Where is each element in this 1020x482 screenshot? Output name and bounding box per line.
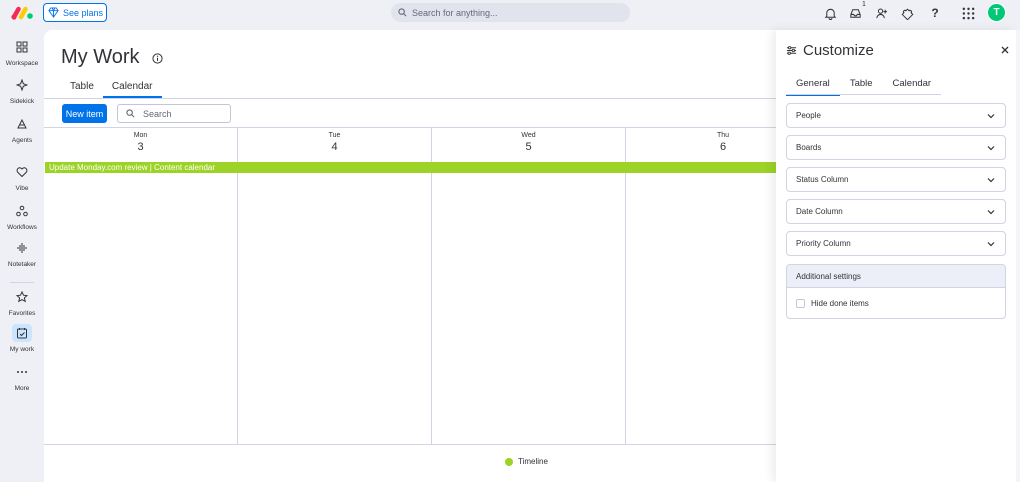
section-label: Status Column bbox=[796, 175, 849, 184]
app-grid-icon[interactable] bbox=[961, 6, 975, 20]
chevron-down-icon bbox=[987, 209, 995, 214]
close-icon[interactable] bbox=[1000, 45, 1010, 55]
day-column[interactable]: Wed 5 bbox=[432, 128, 626, 445]
chevron-down-icon bbox=[987, 241, 995, 246]
sidebar-item-more[interactable]: More bbox=[0, 363, 44, 392]
sidebar-item-label: Workflows bbox=[7, 224, 37, 231]
global-search-input[interactable]: Search for anything... bbox=[391, 3, 630, 22]
day-number: 5 bbox=[525, 141, 532, 153]
search-icon bbox=[126, 109, 135, 118]
day-number: 4 bbox=[331, 141, 338, 153]
section-label: Priority Column bbox=[796, 239, 851, 248]
additional-settings-header: Additional settings bbox=[787, 265, 1005, 288]
sidebar-item-favorites[interactable]: Favorites bbox=[0, 288, 44, 317]
scrollbar[interactable] bbox=[1016, 30, 1020, 482]
calendar-check-icon bbox=[17, 328, 27, 339]
panel-tabs-divider bbox=[786, 94, 941, 95]
agents-icon bbox=[17, 118, 27, 129]
main-content: My Work Table Calendar New item Search M… bbox=[44, 30, 804, 482]
sliders-icon bbox=[786, 46, 797, 55]
tab-table[interactable]: Table bbox=[61, 81, 103, 98]
sidebar-item-label: Vibe bbox=[15, 185, 29, 192]
calendar-legend: Timeline bbox=[505, 457, 548, 466]
sidebar-item-notetaker[interactable]: Notetaker bbox=[0, 239, 44, 268]
day-name: Wed bbox=[521, 132, 536, 139]
tabs-divider bbox=[44, 98, 804, 99]
global-search-placeholder: Search for anything... bbox=[412, 7, 498, 18]
top-bar: See plans Search for anything... 1 ? T bbox=[0, 0, 1020, 26]
priority-column-section[interactable]: Priority Column bbox=[786, 231, 1006, 256]
panel-title-text: Customize bbox=[803, 42, 874, 59]
sidebar-item-label: More bbox=[14, 385, 30, 392]
see-plans-button[interactable]: See plans bbox=[43, 3, 107, 22]
sidebar-item-vibe[interactable]: Vibe bbox=[0, 163, 44, 192]
timeline-dot-icon bbox=[505, 457, 513, 466]
day-name: Mon bbox=[133, 132, 148, 139]
inbox-count-badge: 1 bbox=[862, 1, 866, 8]
sidebar-item-label: Agents bbox=[11, 137, 33, 144]
boards-section[interactable]: Boards bbox=[786, 135, 1006, 160]
sparkle-icon bbox=[16, 79, 28, 91]
additional-settings: Additional settings Hide done items bbox=[786, 264, 1006, 319]
invite-members-icon[interactable] bbox=[874, 6, 888, 20]
sidebar-item-label: Sidekick bbox=[9, 98, 35, 105]
day-column[interactable]: Mon 3 bbox=[44, 128, 238, 445]
legend-label: Timeline bbox=[518, 457, 548, 466]
hide-done-row[interactable]: Hide done items bbox=[787, 288, 1005, 318]
sidebar-item-workflows[interactable]: Workflows bbox=[0, 202, 44, 231]
sidebar-item-my-work[interactable]: My work bbox=[0, 324, 44, 353]
waveform-icon bbox=[17, 243, 27, 253]
sidebar-item-label: Workspace bbox=[5, 60, 39, 67]
dots-icon bbox=[17, 371, 27, 373]
section-label: People bbox=[796, 111, 821, 120]
chevron-down-icon bbox=[987, 113, 995, 118]
sidebar-item-label: Notetaker bbox=[7, 261, 37, 268]
day-number: 3 bbox=[137, 141, 144, 153]
new-item-button[interactable]: New item bbox=[62, 104, 107, 123]
calendar-grid: Mon 3 Tue 4 Wed 5 Thu 6 Update Monday.co… bbox=[44, 127, 804, 445]
inbox-icon[interactable] bbox=[848, 6, 862, 20]
day-column[interactable]: Tue 4 bbox=[238, 128, 432, 445]
sidebar-item-sidekick[interactable]: Sidekick bbox=[0, 76, 44, 105]
sidebar-item-workspace[interactable]: Workspace bbox=[0, 38, 44, 67]
info-icon[interactable] bbox=[152, 53, 163, 64]
notifications-bell-icon[interactable] bbox=[823, 6, 837, 20]
search-input[interactable]: Search bbox=[117, 104, 231, 123]
apps-puzzle-icon[interactable] bbox=[900, 6, 914, 20]
tab-calendar[interactable]: Calendar bbox=[102, 81, 162, 98]
chevron-down-icon bbox=[987, 145, 995, 150]
day-name: Tue bbox=[328, 132, 341, 139]
hide-done-label: Hide done items bbox=[811, 298, 869, 308]
panel-title: Customize bbox=[786, 42, 874, 59]
help-icon[interactable]: ? bbox=[928, 6, 942, 20]
status-column-section[interactable]: Status Column bbox=[786, 167, 1006, 192]
calendar-event[interactable]: Update Monday.com review | Content calen… bbox=[45, 162, 804, 173]
section-label: Date Column bbox=[796, 207, 843, 216]
people-section[interactable]: People bbox=[786, 103, 1006, 128]
sidebar-item-label: My work bbox=[9, 346, 35, 353]
sidebar-divider bbox=[10, 282, 34, 283]
user-avatar[interactable]: T bbox=[987, 3, 1006, 22]
sidebar-item-agents[interactable]: Agents bbox=[0, 115, 44, 144]
chevron-down-icon bbox=[987, 177, 995, 182]
search-placeholder: Search bbox=[143, 108, 172, 119]
heart-icon bbox=[16, 167, 28, 178]
workflows-icon bbox=[16, 205, 28, 217]
sidebar-item-label: Favorites bbox=[8, 310, 36, 317]
grid-icon bbox=[16, 41, 28, 53]
section-label: Boards bbox=[796, 143, 822, 152]
left-rail: Workspace Sidekick Agents Vibe Workflows… bbox=[0, 26, 44, 482]
date-column-section[interactable]: Date Column bbox=[786, 199, 1006, 224]
hide-done-checkbox[interactable] bbox=[796, 298, 805, 308]
search-icon bbox=[398, 8, 407, 17]
monday-logo-icon[interactable] bbox=[10, 5, 34, 21]
star-icon bbox=[16, 291, 28, 303]
diamond-icon bbox=[48, 7, 59, 18]
see-plans-label: See plans bbox=[63, 7, 104, 18]
customize-panel: Customize General Table Calendar People … bbox=[776, 30, 1016, 482]
view-tabs: Table Calendar bbox=[61, 81, 162, 98]
page-title: My Work bbox=[61, 46, 140, 68]
